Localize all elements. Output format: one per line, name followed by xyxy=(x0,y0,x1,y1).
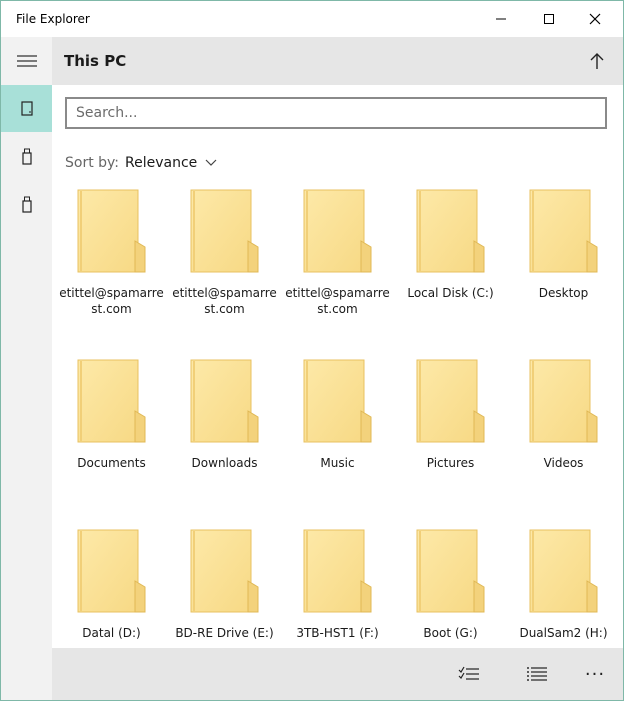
folder-icon xyxy=(77,189,146,273)
grid-item[interactable]: etittel@spamarrest.com xyxy=(168,179,281,349)
grid-item[interactable]: Downloads xyxy=(168,349,281,519)
minimize-button[interactable] xyxy=(478,1,524,37)
folder-icon xyxy=(77,359,146,443)
grid-item[interactable]: Videos xyxy=(507,349,620,519)
maximize-icon xyxy=(544,14,554,24)
device-icon xyxy=(20,100,33,116)
chevron-down-icon xyxy=(205,159,217,166)
folder-icon xyxy=(303,189,372,273)
item-label: etittel@spamarrest.com xyxy=(59,286,164,316)
grid-item[interactable]: etittel@spamarrest.com xyxy=(281,179,394,349)
folder-icon xyxy=(303,529,372,613)
grid-item[interactable]: Boot (G:) xyxy=(394,519,507,647)
more-icon: ··· xyxy=(584,663,606,685)
usb-drive-icon xyxy=(21,148,32,165)
file-explorer-window: File Explorer This PC Search... Sort by:… xyxy=(0,0,624,701)
grid-item[interactable]: etittel@spamarrest.com xyxy=(55,179,168,349)
grid-item[interactable]: DualSam2 (H:) xyxy=(507,519,620,647)
grid-item[interactable]: Desktop xyxy=(507,179,620,349)
select-button[interactable] xyxy=(452,658,486,690)
rail-item-drive[interactable] xyxy=(1,181,52,228)
list-view-button[interactable] xyxy=(520,658,554,690)
item-label: Documents xyxy=(77,456,146,470)
folder-icon xyxy=(190,189,259,273)
grid-item[interactable]: Local Disk (C:) xyxy=(394,179,507,349)
grid-item[interactable]: Documents xyxy=(55,349,168,519)
item-label: BD-RE Drive (E:) xyxy=(175,626,274,640)
folder-icon xyxy=(190,359,259,443)
list-view-icon xyxy=(527,667,547,681)
item-label: Local Disk (C:) xyxy=(407,286,494,300)
item-label: DualSam2 (H:) xyxy=(519,626,608,640)
item-label: Downloads xyxy=(191,456,258,470)
rail-item-this-pc[interactable] xyxy=(1,85,52,132)
folder-icon xyxy=(416,189,485,273)
close-button[interactable] xyxy=(572,1,618,37)
grid-item[interactable]: BD-RE Drive (E:) xyxy=(168,519,281,647)
sort-value: Relevance xyxy=(125,155,198,171)
rail-item-drive[interactable] xyxy=(1,133,52,180)
up-arrow-icon xyxy=(590,53,604,69)
page-title: This PC xyxy=(64,52,127,70)
item-grid: etittel@spamarrest.com etittel@spamarres… xyxy=(53,179,623,647)
close-icon xyxy=(589,13,601,25)
item-label: etittel@spamarrest.com xyxy=(285,286,390,316)
folder-icon xyxy=(529,359,598,443)
more-button[interactable]: ··· xyxy=(578,658,612,690)
folder-icon xyxy=(416,359,485,443)
command-bar: ··· xyxy=(52,648,623,700)
window-title: File Explorer xyxy=(16,12,90,26)
folder-icon xyxy=(190,529,259,613)
minimize-icon xyxy=(496,18,506,20)
navigation-rail xyxy=(1,37,52,700)
grid-item[interactable]: Pictures xyxy=(394,349,507,519)
usb-drive-icon xyxy=(21,196,32,213)
item-label: etittel@spamarrest.com xyxy=(172,286,277,316)
folder-icon xyxy=(416,529,485,613)
grid-item[interactable]: 3TB-HST1 (F:) xyxy=(281,519,394,647)
title-bar: File Explorer xyxy=(1,1,623,37)
folder-icon xyxy=(303,359,372,443)
grid-item[interactable]: Datal (D:) xyxy=(55,519,168,647)
up-button[interactable] xyxy=(583,47,611,75)
search-input[interactable] xyxy=(65,97,607,129)
item-label: Videos xyxy=(543,456,584,470)
folder-icon xyxy=(529,189,598,273)
sort-label: Sort by: xyxy=(65,155,120,171)
item-label: Boot (G:) xyxy=(423,626,478,640)
hamburger-icon xyxy=(16,54,37,67)
item-label: Desktop xyxy=(538,286,589,300)
item-label: Music xyxy=(320,456,355,470)
folder-icon xyxy=(529,529,598,613)
location-header: This PC xyxy=(52,37,623,85)
maximize-button[interactable] xyxy=(526,1,572,37)
item-label: Pictures xyxy=(426,456,475,470)
folder-icon xyxy=(77,529,146,613)
grid-item[interactable]: Music xyxy=(281,349,394,519)
item-label: Datal (D:) xyxy=(82,626,141,640)
hamburger-menu-button[interactable] xyxy=(1,37,52,84)
select-list-icon xyxy=(458,666,479,680)
item-label: 3TB-HST1 (F:) xyxy=(296,626,379,640)
sort-dropdown[interactable]: Sort by: Relevance xyxy=(65,153,217,173)
